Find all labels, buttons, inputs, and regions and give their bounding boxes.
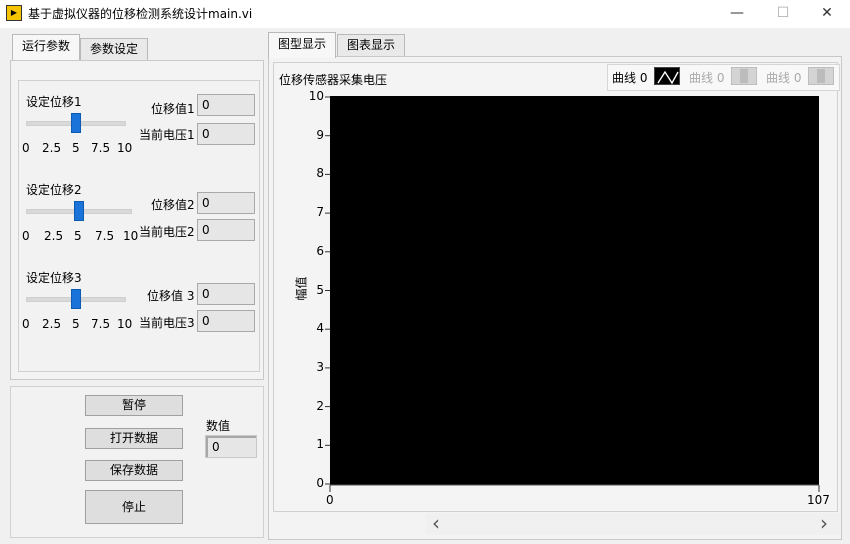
legend-label-2: 曲线 0 bbox=[766, 71, 802, 85]
y-tick-label: 0 bbox=[316, 476, 324, 490]
x-axis-max: 107 bbox=[807, 493, 830, 507]
displacement1-indicator: 0 bbox=[197, 94, 255, 116]
y-tick-label: 6 bbox=[316, 243, 324, 258]
open-data-button[interactable]: 打开数据 bbox=[85, 428, 183, 449]
y-tick-label: 7 bbox=[316, 205, 324, 220]
slider1-label: 设定位移1 bbox=[26, 95, 82, 109]
maximize-button[interactable]: ☐ bbox=[760, 0, 806, 28]
displacement2-label: 位移值2 bbox=[151, 198, 195, 212]
graph-title: 位移传感器采集电压 bbox=[279, 73, 388, 87]
window-title: 基于虚拟仪器的位移检测系统设计main.vi bbox=[28, 7, 253, 21]
pause-button[interactable]: 暂停 bbox=[85, 395, 183, 416]
y-tick-label: 9 bbox=[316, 127, 324, 142]
legend-label-0: 曲线 0 bbox=[612, 71, 648, 85]
minimize-button[interactable]: — bbox=[714, 0, 760, 28]
y-tick-label: 4 bbox=[316, 321, 324, 336]
slider3-label: 设定位移3 bbox=[26, 271, 82, 285]
close-button[interactable]: ✕ bbox=[804, 0, 850, 28]
slider3-tick: 10 bbox=[117, 317, 133, 331]
slider2-tick: 5 bbox=[74, 229, 82, 243]
graph-scrollbar[interactable] bbox=[426, 513, 840, 535]
numeric-indicator: 0 bbox=[205, 435, 257, 458]
y-tick-label: 1 bbox=[316, 437, 324, 452]
tab-param-settings[interactable]: 参数设定 bbox=[80, 38, 148, 60]
legend-swatch-0[interactable] bbox=[654, 67, 680, 85]
slider3-tick: 2.5 bbox=[42, 317, 62, 331]
numeric-label: 数值 bbox=[206, 419, 231, 433]
voltage1-label: 当前电压1 bbox=[139, 128, 195, 142]
slider2-tick: 10 bbox=[123, 229, 139, 243]
scroll-left-icon[interactable]: ‹ bbox=[432, 513, 440, 533]
slider3-tick: 0 bbox=[22, 317, 30, 331]
legend-swatch-2[interactable] bbox=[808, 67, 834, 85]
voltage2-label: 当前电压2 bbox=[139, 225, 195, 239]
save-data-button[interactable]: 保存数据 bbox=[85, 460, 183, 481]
slider1-tick: 7.5 bbox=[91, 141, 111, 155]
labview-app-icon: ▶ bbox=[6, 5, 22, 21]
voltage3-label: 当前电压3 bbox=[139, 316, 195, 330]
slider1-tick: 2.5 bbox=[42, 141, 62, 155]
displacement3-label: 位移值 3 bbox=[147, 289, 195, 303]
stop-button[interactable]: 停止 bbox=[85, 490, 183, 524]
slider2-tick: 0 bbox=[22, 229, 30, 243]
waveform-icon bbox=[657, 70, 679, 85]
slider1-thumb[interactable] bbox=[71, 113, 81, 133]
y-tick-label: 2 bbox=[316, 398, 324, 413]
legend-swatch-1[interactable] bbox=[731, 67, 757, 85]
plot-axes bbox=[325, 96, 820, 492]
voltage2-indicator: 0 bbox=[197, 219, 255, 241]
slider3-tick: 7.5 bbox=[91, 317, 111, 331]
slider1-tick: 0 bbox=[22, 141, 30, 155]
x-axis-min: 0 bbox=[326, 493, 334, 507]
slider3-tick: 5 bbox=[72, 317, 80, 331]
slider2-label: 设定位移2 bbox=[26, 183, 82, 197]
slider1-tick: 5 bbox=[72, 141, 80, 155]
slider3-thumb[interactable] bbox=[71, 289, 81, 309]
tab-graph-display[interactable]: 图型显示 bbox=[268, 32, 336, 58]
legend-label-1: 曲线 0 bbox=[689, 71, 725, 85]
displacement2-indicator: 0 bbox=[197, 192, 255, 214]
slider1-tick: 10 bbox=[117, 141, 133, 155]
y-tick-label: 10 bbox=[308, 89, 324, 103]
slider2-thumb[interactable] bbox=[74, 201, 84, 221]
voltage1-indicator: 0 bbox=[197, 123, 255, 145]
voltage3-indicator: 0 bbox=[197, 310, 255, 332]
y-tick-label: 8 bbox=[316, 166, 324, 181]
title-bar: ▶ 基于虚拟仪器的位移检测系统设计main.vi — ☐ ✕ bbox=[0, 0, 850, 28]
slider2-tick: 2.5 bbox=[44, 229, 64, 243]
slider2-tick: 7.5 bbox=[95, 229, 115, 243]
scroll-right-icon[interactable]: › bbox=[820, 513, 828, 533]
tab-run-params[interactable]: 运行参数 bbox=[12, 34, 80, 60]
y-tick-label: 3 bbox=[316, 359, 324, 374]
y-tick-label: 5 bbox=[316, 282, 324, 297]
displacement3-indicator: 0 bbox=[197, 283, 255, 305]
tab-chart-display[interactable]: 图表显示 bbox=[337, 34, 405, 56]
displacement1-label: 位移值1 bbox=[151, 102, 195, 116]
